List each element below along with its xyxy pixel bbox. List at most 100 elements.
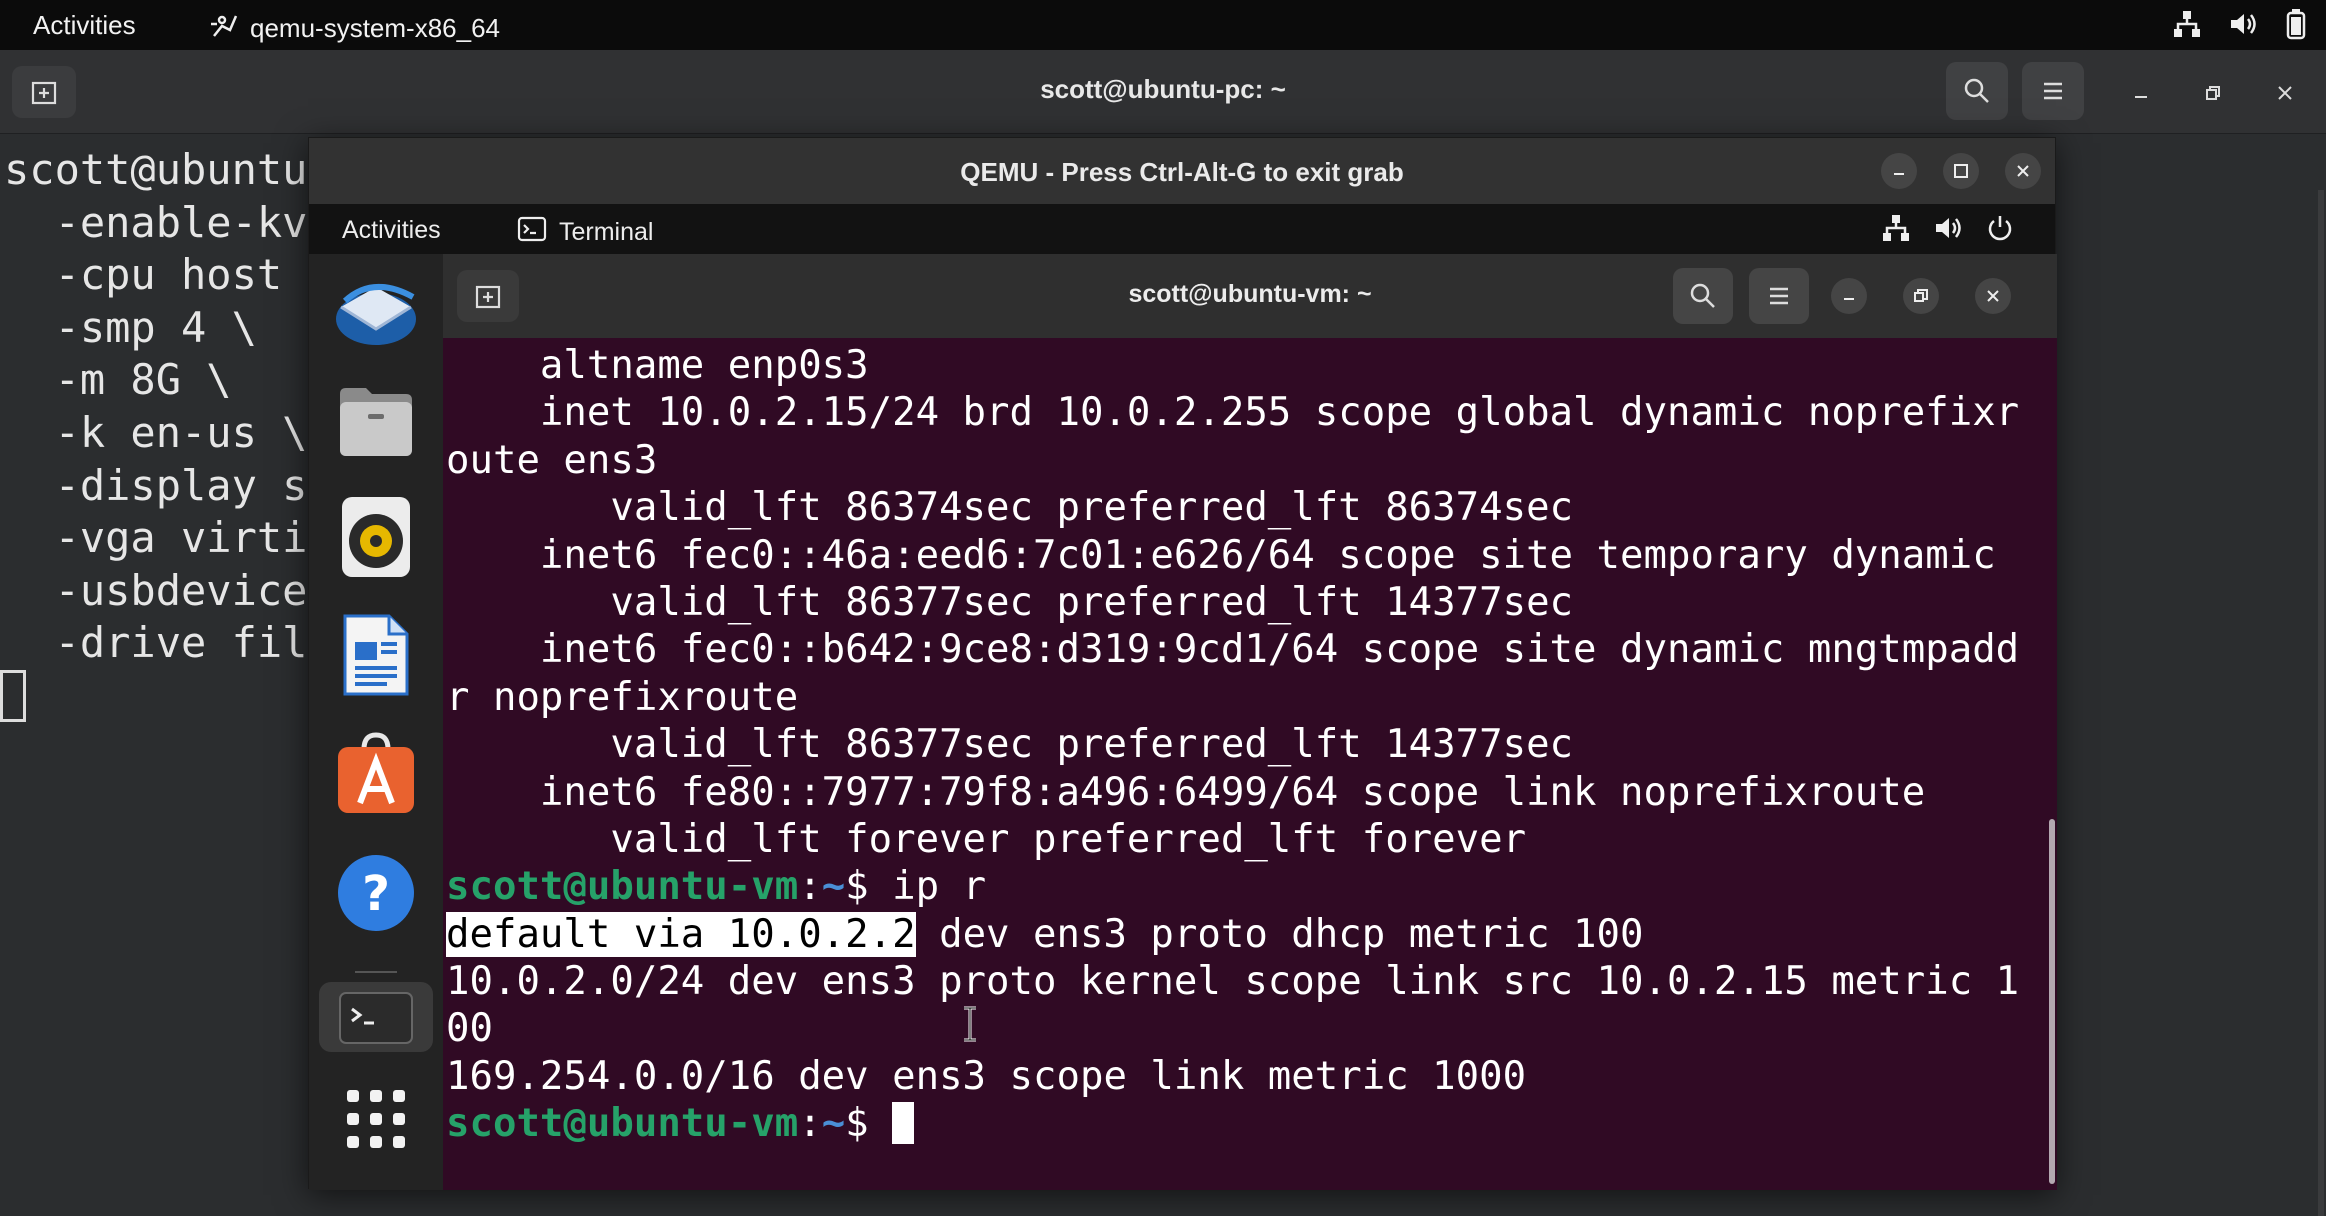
output-line: inet6 fec0::b642:9ce8:d319:9cd1/64 scope… bbox=[446, 627, 2020, 673]
restore-icon bbox=[1914, 289, 1928, 302]
qemu-window: QEMU - Press Ctrl-Alt-G to exit grab Act… bbox=[308, 137, 2057, 1190]
hamburger-menu-icon bbox=[1770, 287, 1788, 305]
route-default-rest: dev ens3 proto dhcp metric 100 bbox=[915, 911, 1644, 957]
host-menu-button[interactable] bbox=[2022, 62, 2084, 120]
battery-icon bbox=[2284, 8, 2308, 45]
route-default-line: default via 10.0.2.2 dev ens3 proto dhcp… bbox=[446, 911, 2043, 958]
guest-app-name: Terminal bbox=[559, 218, 654, 246]
guest-minimize-button[interactable] bbox=[1831, 278, 1867, 314]
dock-item-writer[interactable] bbox=[331, 610, 421, 700]
dock-item-files[interactable] bbox=[331, 376, 421, 466]
host-line: -vga virti bbox=[4, 513, 308, 563]
qemu-title: QEMU - Press Ctrl-Alt-G to exit grab bbox=[960, 157, 1404, 187]
thunderbird-icon bbox=[336, 283, 416, 345]
app-center-icon bbox=[338, 732, 414, 813]
guest-terminal-title: scott@ubuntu-vm: ~ bbox=[1128, 280, 1372, 308]
help-icon: ? bbox=[338, 855, 414, 931]
guest-scrollbar[interactable] bbox=[2049, 819, 2055, 1184]
host-line: -m 8G \ bbox=[4, 355, 232, 405]
dock-item-help[interactable]: ? bbox=[331, 848, 421, 938]
host-line: -cpu host bbox=[4, 250, 283, 300]
maximize-icon bbox=[1954, 164, 1968, 178]
dock-item-terminal[interactable] bbox=[319, 982, 433, 1052]
restore-icon bbox=[2206, 86, 2220, 100]
host-terminal-output[interactable]: scott@ubuntu -enable-kv -cpu host -smp 4… bbox=[0, 134, 320, 1216]
output-line: valid_lft 86377sec preferred_lft 14377se… bbox=[446, 722, 1574, 768]
output-line: altname enp0s3 bbox=[446, 343, 869, 388]
host-line: -display s bbox=[4, 460, 308, 510]
dock-item-app-center[interactable] bbox=[331, 728, 421, 818]
power-icon bbox=[1985, 213, 2015, 248]
host-restore-button[interactable] bbox=[2192, 72, 2234, 114]
route-line: 00 bbox=[446, 1006, 493, 1052]
prompt-symbol: $ bbox=[845, 864, 893, 910]
host-line: -smp 4 \ bbox=[4, 302, 257, 352]
prompt-line[interactable]: scott@ubuntu-vm:~$ bbox=[446, 1100, 2043, 1147]
host-line: -drive fil bbox=[4, 618, 308, 668]
terminal-app-icon bbox=[517, 216, 547, 249]
guest-close-button[interactable] bbox=[1975, 278, 2011, 314]
host-scrollbar[interactable] bbox=[2318, 190, 2324, 1216]
guest-search-button[interactable] bbox=[1673, 268, 1733, 324]
prompt-user: scott@ubuntu-vm bbox=[446, 1101, 799, 1147]
prompt-path: ~ bbox=[821, 864, 846, 910]
prompt-user: scott@ubuntu-vm bbox=[446, 864, 799, 910]
guest-app-menu[interactable]: Terminal bbox=[517, 216, 653, 249]
guest-top-bar: Activities Terminal bbox=[309, 204, 2055, 254]
dock-item-show-apps[interactable] bbox=[331, 1074, 421, 1164]
close-icon bbox=[1987, 290, 1999, 302]
output-line: r noprefixroute bbox=[446, 674, 799, 720]
ibeam-cursor-icon bbox=[962, 1006, 978, 1047]
qemu-close-button[interactable] bbox=[2005, 153, 2041, 189]
hamburger-menu-icon bbox=[2044, 82, 2062, 100]
volume-icon bbox=[2228, 9, 2258, 44]
guest-terminal-header: scott@ubuntu-vm: ~ bbox=[443, 254, 2057, 338]
host-app-menu[interactable]: qemu-system-x86_64 bbox=[208, 10, 500, 47]
host-minimize-button[interactable] bbox=[2120, 72, 2162, 114]
qemu-title-bar[interactable]: QEMU - Press Ctrl-Alt-G to exit grab bbox=[309, 138, 2055, 204]
output-line: valid_lft 86377sec preferred_lft 14377se… bbox=[446, 579, 1574, 625]
host-top-bar: Activities qemu-system-x86_64 bbox=[0, 0, 2326, 50]
output-line: inet 10.0.2.15/24 brd 10.0.2.255 scope g… bbox=[446, 390, 2020, 436]
dock-item-rhythmbox[interactable] bbox=[331, 492, 421, 582]
qemu-maximize-button[interactable] bbox=[1943, 153, 1979, 189]
volume-icon bbox=[1933, 213, 1963, 248]
output-line: inet6 fec0::46a:eed6:7c01:e626/64 scope … bbox=[446, 532, 1996, 578]
guest-activities-button[interactable]: Activities bbox=[342, 216, 441, 245]
guest-terminal-output[interactable]: altname enp0s3 inet 10.0.2.15/24 brd 10.… bbox=[443, 338, 2043, 1190]
minimize-icon bbox=[2135, 96, 2147, 98]
host-line: -usbdevice bbox=[4, 565, 308, 615]
dock-item-thunderbird[interactable] bbox=[331, 266, 421, 356]
show-apps-icon bbox=[347, 1090, 405, 1148]
host-search-button[interactable] bbox=[1946, 62, 2008, 120]
host-activities-button[interactable]: Activities bbox=[33, 10, 136, 41]
command-line: scott@ubuntu-vm:~$ ip r bbox=[446, 863, 2043, 910]
terminal-icon bbox=[339, 992, 413, 1044]
svg-text:?: ? bbox=[362, 866, 390, 922]
prompt-colon: : bbox=[798, 1101, 822, 1147]
prompt-path: ~ bbox=[821, 1101, 846, 1147]
minimize-icon bbox=[1844, 298, 1854, 300]
route-line: 169.254.0.0/16 dev ens3 scope link metri… bbox=[446, 1053, 1527, 1099]
host-cursor bbox=[0, 669, 26, 722]
network-icon bbox=[1881, 213, 1911, 248]
writer-icon bbox=[343, 614, 409, 696]
host-terminal-header: scott@ubuntu-pc: ~ bbox=[0, 50, 2326, 134]
files-icon bbox=[340, 388, 412, 456]
output-line: oute ens3 bbox=[446, 437, 658, 483]
host-system-tray[interactable] bbox=[2172, 8, 2308, 45]
guest-system-tray[interactable] bbox=[1881, 213, 2015, 248]
command-text: ip r bbox=[892, 864, 987, 910]
route-line: 10.0.2.0/24 dev ens3 proto kernel scope … bbox=[446, 959, 2020, 1005]
host-line: scott@ubuntu bbox=[4, 145, 308, 194]
guest-terminal-window: scott@ubuntu-vm: ~ altname enp0s3 inet 1… bbox=[443, 254, 2057, 1190]
search-icon bbox=[1964, 78, 1989, 103]
output-line: valid_lft forever preferred_lft forever bbox=[446, 816, 1527, 862]
selected-text[interactable]: default via 10.0.2.2 bbox=[446, 911, 916, 957]
guest-restore-button[interactable] bbox=[1903, 278, 1939, 314]
host-close-button[interactable] bbox=[2264, 72, 2306, 114]
close-icon bbox=[2278, 86, 2292, 100]
guest-menu-button[interactable] bbox=[1749, 268, 1809, 324]
prompt-colon: : bbox=[798, 864, 822, 910]
qemu-minimize-button[interactable] bbox=[1881, 153, 1917, 189]
